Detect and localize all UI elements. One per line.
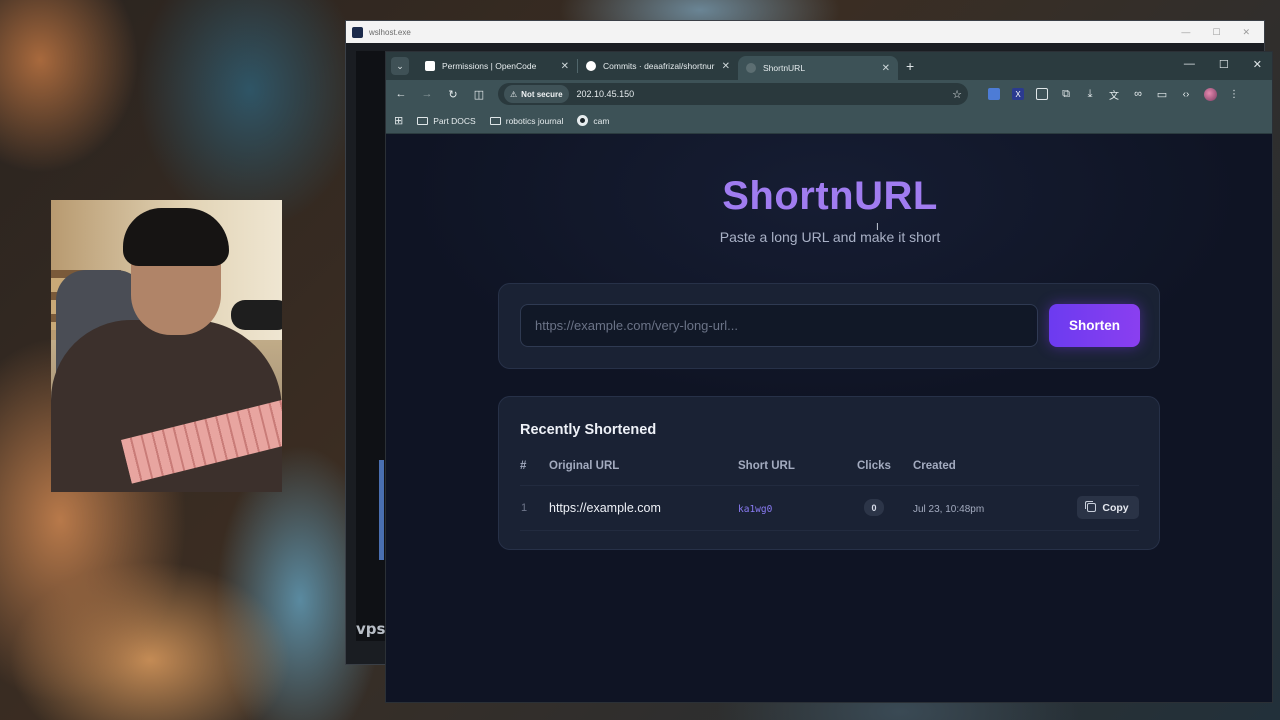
created-date: Jul 23, 10:48pm bbox=[913, 504, 985, 515]
opencode-favicon-icon bbox=[425, 61, 435, 71]
github-favicon-icon bbox=[586, 61, 596, 71]
new-tab-button[interactable]: + bbox=[906, 58, 914, 74]
terminal-label: vps bbox=[356, 620, 386, 638]
webcam-person-hair bbox=[123, 208, 229, 266]
column-header-created: Created bbox=[913, 460, 956, 472]
docs-extension-icon[interactable] bbox=[988, 88, 1000, 100]
browser-window-controls: — ☐ ✕ bbox=[1184, 58, 1262, 71]
screen-extension-icon[interactable] bbox=[1036, 88, 1048, 100]
not-secure-badge[interactable]: ⚠ Not secure bbox=[504, 85, 569, 103]
wslhost-title: wslhost.exe bbox=[369, 27, 411, 37]
translate-icon[interactable]: 文 bbox=[1108, 88, 1120, 102]
copy-label: Copy bbox=[1102, 501, 1129, 514]
apps-grid-icon[interactable]: ⊞ bbox=[394, 114, 403, 127]
tab-github-commits[interactable]: Commits · deaafrizal/shortnurl ✕ bbox=[578, 52, 738, 80]
puzzle-extensions-icon[interactable]: ⧉ bbox=[1060, 88, 1072, 100]
clicks-badge: 0 bbox=[864, 499, 884, 516]
table-row: 1 https://example.com ka1wg0 0 Jul 23, 1… bbox=[520, 485, 1139, 531]
security-label: Not secure bbox=[521, 89, 563, 99]
forward-arrow-icon[interactable]: → bbox=[420, 88, 434, 100]
minimize-icon[interactable]: — bbox=[1181, 27, 1190, 38]
column-header-clicks: Clicks bbox=[857, 460, 891, 472]
tab-search-button[interactable]: ⌄ bbox=[391, 57, 409, 75]
address-url[interactable]: 202.10.45.150 bbox=[577, 89, 945, 99]
menu-kebab-icon[interactable]: ⋮ bbox=[1229, 89, 1239, 100]
bookmarks-bar: ⊞ Part DOCS robotics journal cam bbox=[386, 108, 1272, 134]
tab-close-icon[interactable]: ✕ bbox=[561, 61, 569, 72]
browser-window: ⌄ Permissions | OpenCode ✕ Commits · dea… bbox=[385, 51, 1273, 703]
folder-icon bbox=[417, 116, 429, 125]
shorten-form-card: Shorten bbox=[498, 283, 1160, 369]
webcam-microphone bbox=[231, 300, 282, 330]
address-bar[interactable]: ⚠ Not secure 202.10.45.150 ☆ bbox=[498, 83, 968, 105]
terminal-app-icon bbox=[352, 26, 363, 38]
bookmark-label: cam bbox=[593, 115, 610, 126]
webcam-overlay bbox=[51, 200, 282, 492]
maximize-icon[interactable]: ☐ bbox=[1212, 27, 1220, 38]
link-icon[interactable]: ∞ bbox=[1132, 88, 1144, 100]
warning-icon: ⚠ bbox=[510, 89, 518, 99]
bookmark-cam[interactable]: cam bbox=[577, 115, 609, 126]
shorten-button[interactable]: Shorten bbox=[1049, 304, 1140, 347]
tab-close-icon[interactable]: ✕ bbox=[722, 61, 730, 72]
close-icon[interactable]: ✕ bbox=[1242, 27, 1250, 38]
tab-shortnurl[interactable]: ShortnURL ✕ bbox=[738, 56, 898, 80]
tab-close-icon[interactable]: ✕ bbox=[882, 63, 890, 74]
globe-favicon-icon bbox=[746, 63, 756, 73]
bookmark-label: robotics journal bbox=[505, 115, 564, 126]
short-url-link[interactable]: ka1wg0 bbox=[738, 504, 772, 515]
tab-strip: ⌄ Permissions | OpenCode ✕ Commits · dea… bbox=[386, 52, 1272, 80]
close-icon[interactable]: ✕ bbox=[1253, 58, 1262, 71]
wslhost-window-controls: — ☐ ✕ bbox=[1181, 27, 1264, 38]
row-number: 1 bbox=[521, 502, 528, 514]
column-header-number: # bbox=[520, 460, 527, 472]
recent-links-card: Recently Shortened # Original URL Short … bbox=[498, 396, 1160, 550]
bookmark-label: Part DOCS bbox=[433, 115, 476, 126]
bookmark-part-docs[interactable]: Part DOCS bbox=[417, 116, 476, 126]
copy-icon bbox=[1084, 500, 1097, 512]
x-extension-icon[interactable]: X bbox=[1012, 88, 1024, 100]
back-arrow-icon[interactable]: ← bbox=[394, 88, 408, 100]
page-content: ShortnURL Paste a long URL and make it s… bbox=[386, 134, 1272, 702]
wslhost-titlebar: wslhost.exe — ☐ ✕ bbox=[346, 21, 1264, 43]
recent-links-title: Recently Shortened bbox=[520, 422, 657, 438]
folder-icon bbox=[489, 116, 501, 125]
page-title: ShortnURL bbox=[722, 174, 938, 218]
profile-avatar[interactable] bbox=[1204, 87, 1217, 101]
cast-icon[interactable]: ▭ bbox=[1156, 88, 1168, 101]
extension-icons: X ⧉ ⤓ 文 ∞ ▭ ‹› ⋮ bbox=[988, 87, 1239, 102]
bookmark-robotics-journal[interactable]: robotics journal bbox=[489, 115, 564, 126]
bookmark-star-icon[interactable]: ☆ bbox=[952, 88, 962, 101]
tab-title: Permissions | OpenCode bbox=[442, 61, 537, 71]
column-header-original-url: Original URL bbox=[549, 460, 620, 472]
tab-title: Commits · deaafrizal/shortnurl bbox=[603, 61, 715, 71]
minimize-icon[interactable]: — bbox=[1184, 58, 1195, 71]
reload-icon[interactable]: ↻ bbox=[446, 88, 460, 101]
devtools-code-icon[interactable]: ‹› bbox=[1180, 88, 1192, 100]
copy-button[interactable]: Copy bbox=[1077, 496, 1139, 519]
browser-toolbar: ← → ↻ ◫ ⚠ Not secure 202.10.45.150 ☆ X ⧉… bbox=[386, 80, 1272, 108]
text-cursor-icon: I bbox=[876, 222, 879, 233]
tab-title: ShortnURL bbox=[763, 63, 806, 73]
download-icon[interactable]: ⤓ bbox=[1084, 88, 1096, 100]
cam-icon bbox=[577, 115, 589, 126]
split-view-icon[interactable]: ◫ bbox=[472, 88, 486, 101]
original-url: https://example.com bbox=[549, 501, 661, 515]
tab-opencode[interactable]: Permissions | OpenCode ✕ bbox=[417, 52, 577, 80]
column-header-short-url: Short URL bbox=[738, 460, 795, 472]
url-input[interactable] bbox=[520, 304, 1038, 347]
maximize-icon[interactable]: ☐ bbox=[1219, 58, 1229, 71]
terminal-accent-strip bbox=[379, 460, 384, 560]
page-subtitle: Paste a long URL and make it short bbox=[719, 229, 941, 245]
